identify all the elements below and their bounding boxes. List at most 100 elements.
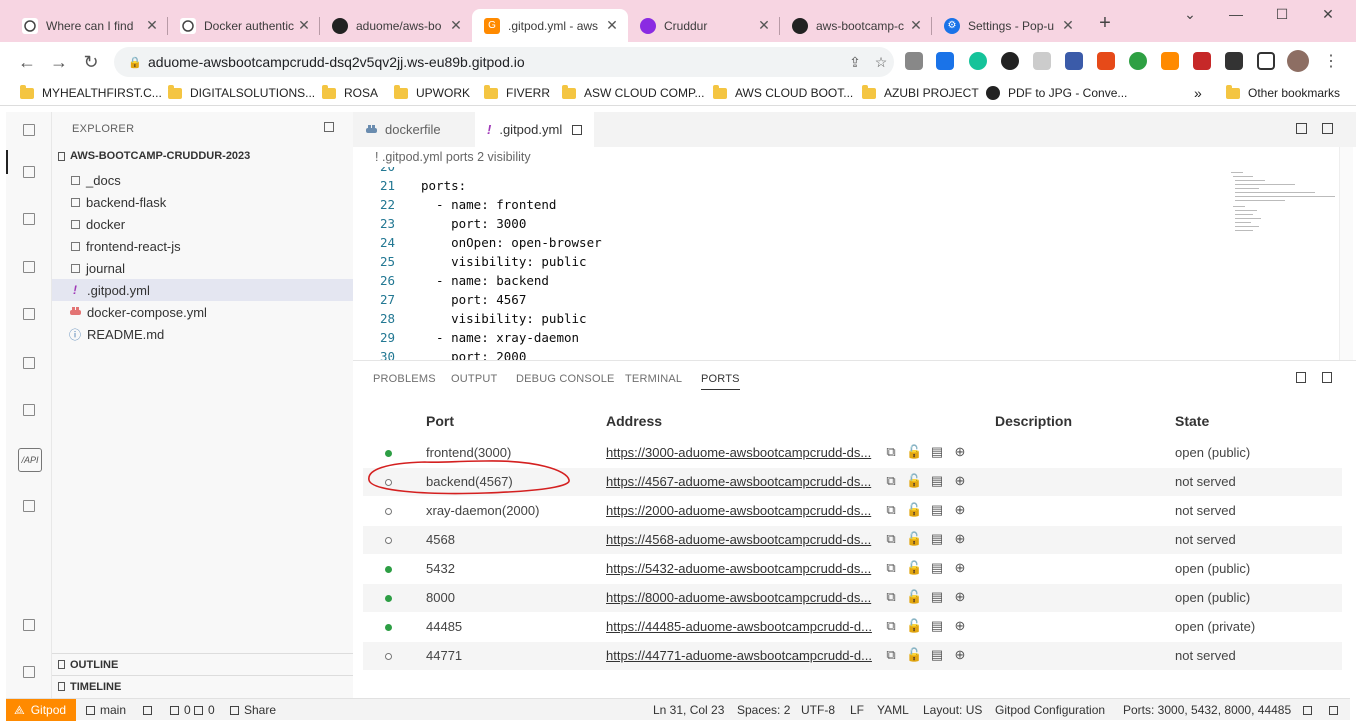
bookmark-folder[interactable]: AWS CLOUD BOOT... — [713, 83, 853, 103]
more-actions-icon[interactable] — [1322, 123, 1333, 134]
explorer-icon[interactable] — [23, 166, 35, 178]
source-control-icon[interactable] — [23, 261, 35, 273]
minimap[interactable] — [1229, 170, 1339, 240]
tab-terminal[interactable]: TERMINAL — [625, 373, 682, 385]
tree-file-gitpod-yml[interactable]: ! .gitpod.yml — [52, 279, 353, 301]
tree-folder-journal[interactable]: journal — [52, 257, 353, 279]
gitpod-extension-icon[interactable] — [1161, 52, 1179, 70]
bookmark-star-icon[interactable]: ☆ — [868, 54, 894, 71]
lock-icon[interactable]: 🔓 — [906, 473, 922, 489]
url-text[interactable]: aduome-awsbootcampcrudd-dsq2v5qv2jj.ws-e… — [148, 54, 842, 70]
close-panel-icon[interactable] — [1322, 372, 1332, 383]
indentation[interactable]: Spaces: 2 — [737, 703, 790, 717]
table-row[interactable]: xray-daemon(2000) https://2000-aduome-aws… — [363, 497, 1342, 525]
color-picker-extension-icon[interactable] — [1097, 52, 1115, 70]
jpg-extension-icon[interactable] — [1065, 52, 1083, 70]
minimize-button[interactable]: — — [1224, 6, 1248, 22]
preview-icon[interactable]: ▤ — [929, 618, 945, 634]
timeline-section[interactable]: TIMELINE — [52, 675, 353, 697]
share-button[interactable]: Share — [230, 703, 276, 717]
column-header-description[interactable]: Description — [995, 413, 1072, 429]
outline-section[interactable]: OUTLINE — [52, 653, 353, 675]
tab-search-icon[interactable]: ⌄ — [1178, 6, 1202, 23]
bookmark-folder[interactable]: DIGITALSOLUTIONS... — [168, 83, 315, 103]
copy-icon[interactable]: ⧉ — [883, 560, 899, 576]
copy-icon[interactable]: ⧉ — [883, 531, 899, 547]
tree-folder-docs[interactable]: _docs — [52, 169, 353, 191]
sync-icon[interactable] — [143, 703, 157, 717]
port-label[interactable]: xray-daemon(2000) — [426, 503, 539, 518]
lock-icon[interactable]: 🔓 — [906, 502, 922, 518]
close-tab-icon[interactable]: ✕ — [448, 17, 464, 34]
maximize-panel-icon[interactable] — [1296, 372, 1306, 383]
port-label[interactable]: 44771 — [426, 648, 462, 663]
encoding[interactable]: UTF-8 — [801, 703, 835, 717]
problems-indicator[interactable]: 0 0 — [170, 703, 215, 717]
browser-tab-4-active[interactable]: G .gitpod.yml - aws ✕ — [472, 9, 628, 42]
tree-file-docker-compose[interactable]: docker-compose.yml — [52, 301, 353, 323]
menu-icon[interactable] — [23, 124, 35, 136]
green-extension-icon[interactable] — [1129, 52, 1147, 70]
editor-tab-gitpod-yml[interactable]: ! .gitpod.yml — [475, 112, 595, 147]
lock-icon[interactable]: 🔓 — [906, 647, 922, 663]
tree-folder-backend-flask[interactable]: backend-flask — [52, 191, 353, 213]
port-address-link[interactable]: https://3000-aduome-awsbootcampcrudd-ds.… — [606, 445, 878, 460]
remote-explorer-icon[interactable] — [23, 404, 35, 416]
globe-icon[interactable]: ⊕ — [952, 444, 968, 460]
run-debug-icon[interactable] — [23, 308, 35, 320]
bookmark-link[interactable]: PDF to JPG - Conve... — [986, 83, 1127, 103]
feedback-icon[interactable] — [1303, 703, 1317, 717]
port-label[interactable]: 44485 — [426, 619, 462, 634]
preview-icon[interactable]: ▤ — [929, 502, 945, 518]
gitpod-menu-button[interactable]: ⟁ Gitpod — [6, 699, 76, 721]
bookmark-folder[interactable]: ROSA — [322, 83, 378, 103]
preview-icon[interactable]: ▤ — [929, 531, 945, 547]
keyboard-layout[interactable]: Layout: US — [923, 703, 982, 717]
port-address-link[interactable]: https://44771-aduome-awsbootcampcrudd-d.… — [606, 648, 878, 663]
profile-avatar[interactable] — [1287, 50, 1309, 72]
editor-scrollbar[interactable] — [1339, 147, 1353, 360]
bookmark-folder[interactable]: ASW CLOUD COMP... — [562, 83, 704, 103]
globe-icon[interactable]: ⊕ — [952, 473, 968, 489]
port-label[interactable]: 4568 — [426, 532, 455, 547]
docs-extension-icon[interactable] — [936, 52, 954, 70]
close-tab-icon[interactable]: ✕ — [1060, 17, 1076, 34]
kebab-menu-icon[interactable]: ⋮ — [1320, 51, 1342, 73]
port-address-link[interactable]: https://44485-aduome-awsbootcampcrudd-d.… — [606, 619, 878, 634]
tab-output[interactable]: OUTPUT — [451, 373, 497, 385]
browser-tab-3[interactable]: aduome/aws-bo ✕ — [320, 9, 472, 42]
globe-icon[interactable]: ⊕ — [952, 560, 968, 576]
side-panel-icon[interactable] — [1257, 52, 1275, 70]
editor-tab-dockerfile[interactable]: dockerfile — [353, 112, 473, 147]
browser-tab-1[interactable]: Where can I find ✕ — [10, 9, 168, 42]
column-header-address[interactable]: Address — [606, 413, 662, 429]
port-address-link[interactable]: https://8000-aduome-awsbootcampcrudd-ds.… — [606, 590, 878, 605]
code-editor[interactable]: 20 21ports: 22 - name: frontend 23 port:… — [353, 167, 1225, 360]
bookmark-folder[interactable]: UPWORK — [394, 83, 470, 103]
bookmark-folder[interactable]: AZUBI PROJECT — [862, 83, 979, 103]
copy-icon[interactable]: ⧉ — [883, 473, 899, 489]
camera-extension-icon[interactable] — [905, 52, 923, 70]
gitpod-configuration[interactable]: Gitpod Configuration — [995, 703, 1105, 717]
cursor-position[interactable]: Ln 31, Col 23 — [653, 703, 724, 717]
lock-icon[interactable]: 🔓 — [906, 618, 922, 634]
reload-button[interactable]: ↻ — [80, 51, 102, 73]
globe-icon[interactable]: ⊕ — [952, 502, 968, 518]
split-editor-icon[interactable] — [1296, 123, 1307, 134]
close-window-button[interactable]: ✕ — [1316, 6, 1340, 23]
port-address-link[interactable]: https://4567-aduome-awsbootcampcrudd-ds.… — [606, 474, 878, 489]
testing-icon[interactable] — [23, 500, 35, 512]
table-row[interactable]: 44771 https://44771-aduome-awsbootcampcru… — [363, 642, 1342, 670]
lock-icon[interactable]: 🔓 — [906, 531, 922, 547]
close-tab-icon[interactable]: ✕ — [756, 17, 772, 34]
address-bar[interactable]: 🔒 aduome-awsbootcampcrudd-dsq2v5qv2jj.ws… — [114, 47, 894, 77]
end-of-line[interactable]: LF — [850, 703, 864, 717]
puzzle-extensions-icon[interactable] — [1225, 52, 1243, 70]
table-row[interactable]: 4568 https://4568-aduome-awsbootcampcrudd… — [363, 526, 1342, 554]
tab-debug-console[interactable]: DEBUG CONSOLE — [516, 373, 615, 385]
bookmark-folder[interactable]: MYHEALTHFIRST.C... — [20, 83, 162, 103]
port-label[interactable]: 5432 — [426, 561, 455, 576]
globe-icon[interactable]: ⊕ — [952, 589, 968, 605]
preview-icon[interactable]: ▤ — [929, 444, 945, 460]
tree-file-readme[interactable]: ⓘ README.md — [52, 323, 353, 345]
